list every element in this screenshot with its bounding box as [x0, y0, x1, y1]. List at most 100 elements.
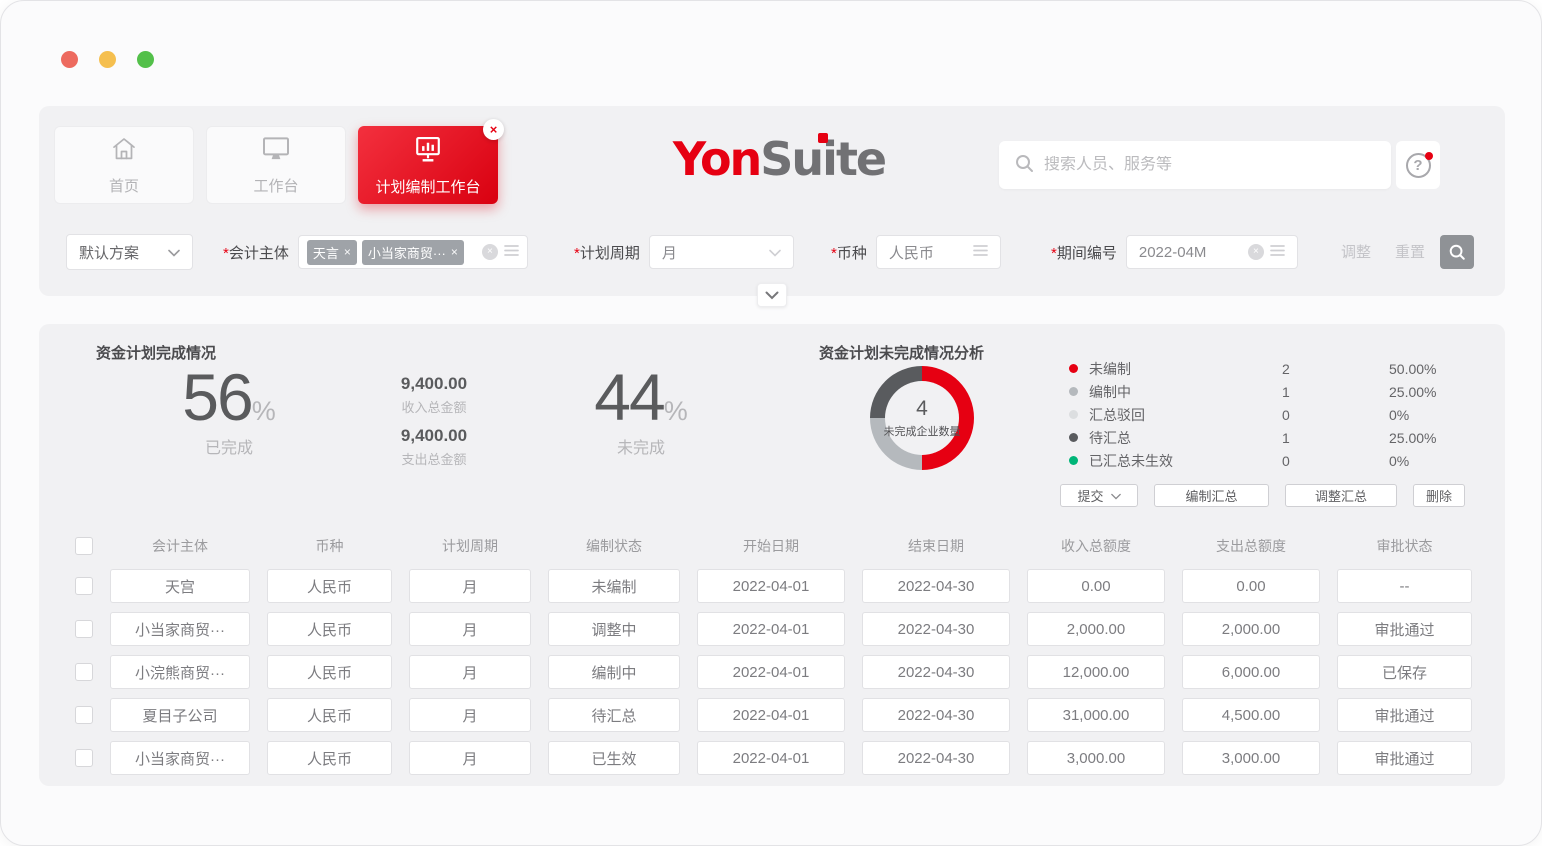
table-cell[interactable]: 2022-04-01: [697, 569, 845, 603]
table-cell[interactable]: 人民币: [267, 612, 392, 646]
scheme-select[interactable]: 默认方案: [66, 234, 193, 270]
filter-tag[interactable]: 天言×: [307, 240, 357, 265]
table-cell[interactable]: 天宫: [110, 569, 250, 603]
table-cell[interactable]: 月: [409, 698, 531, 732]
table-cell[interactable]: 未编制: [548, 569, 680, 603]
filter-search-button[interactable]: [1440, 235, 1474, 269]
table-cell[interactable]: 0.00: [1027, 569, 1165, 603]
table-cell[interactable]: 2022-04-01: [697, 655, 845, 689]
tab-plan-workbench[interactable]: 计划编制工作台 ×: [358, 126, 498, 204]
period-select[interactable]: 月: [649, 235, 794, 269]
table-row: 小当家商贸··· 人民币月已生效 2022-04-01 2022-04-30 3,000…: [75, 741, 1472, 775]
help-icon: ?: [1406, 153, 1431, 178]
table-cell[interactable]: 2022-04-30: [862, 698, 1010, 732]
donut-center-value: 4: [916, 397, 928, 421]
ref-list-icon[interactable]: [1270, 244, 1285, 261]
app-window: 首页 工作台 计划编制工作台 × YonSuite: [0, 0, 1542, 846]
currency-ref-input[interactable]: 人民币: [876, 235, 1001, 269]
row-checkbox[interactable]: [75, 749, 93, 767]
table-cell[interactable]: 已生效: [548, 741, 680, 775]
table-cell[interactable]: 2022-04-01: [697, 612, 845, 646]
table-cell[interactable]: 2022-04-30: [862, 569, 1010, 603]
currency-value: 人民币: [889, 242, 934, 263]
table-cell[interactable]: 2022-04-01: [697, 698, 845, 732]
select-all-checkbox[interactable]: [75, 537, 93, 555]
legend-label: 已汇总未生效: [1089, 451, 1282, 471]
remove-tag-icon[interactable]: ×: [344, 245, 351, 259]
delete-button[interactable]: 删除: [1413, 484, 1465, 507]
column-header: 支出总额度: [1182, 536, 1320, 556]
table-cell[interactable]: 调整中: [548, 612, 680, 646]
tab-workbench[interactable]: 工作台: [206, 126, 346, 204]
zoom-window-button[interactable]: [137, 51, 154, 68]
table-cell[interactable]: 3,000.00: [1182, 741, 1320, 775]
table-cell[interactable]: 编制中: [548, 655, 680, 689]
entity-multiselect[interactable]: 天言×小当家商贸···× ×: [298, 235, 528, 269]
table-cell[interactable]: 人民币: [267, 741, 392, 775]
reset-link[interactable]: 重置: [1395, 241, 1425, 262]
period-no-ref-input[interactable]: 2022-04M ×: [1126, 235, 1298, 269]
table-cell[interactable]: 审批通过: [1337, 741, 1472, 775]
table-cell[interactable]: 小当家商贸···: [110, 741, 250, 775]
filter-tag[interactable]: 小当家商贸···×: [362, 240, 464, 265]
table-cell[interactable]: 0.00: [1182, 569, 1320, 603]
table-cell[interactable]: 审批通过: [1337, 698, 1472, 732]
table-cell[interactable]: 2,000.00: [1027, 612, 1165, 646]
table-cell[interactable]: 3,000.00: [1027, 741, 1165, 775]
remove-tag-icon[interactable]: ×: [451, 245, 458, 259]
close-window-button[interactable]: [61, 51, 78, 68]
close-tab-icon[interactable]: ×: [483, 119, 504, 140]
clear-icon[interactable]: ×: [482, 244, 498, 260]
row-checkbox[interactable]: [75, 620, 93, 638]
table-cell[interactable]: 2,000.00: [1182, 612, 1320, 646]
table-cell[interactable]: 人民币: [267, 698, 392, 732]
table-cell[interactable]: 月: [409, 569, 531, 603]
column-header: 收入总额度: [1027, 536, 1165, 556]
row-checkbox[interactable]: [75, 577, 93, 595]
clear-icon[interactable]: ×: [1248, 244, 1264, 260]
table-cell[interactable]: 31,000.00: [1027, 698, 1165, 732]
row-checkbox[interactable]: [75, 663, 93, 681]
done-percent-block: 56% 已完成: [139, 364, 319, 458]
table-cell[interactable]: 小浣熊商贸···: [110, 655, 250, 689]
legend-percent: 0%: [1389, 453, 1479, 469]
table-cell[interactable]: 月: [409, 741, 531, 775]
logo-part-gray: Suite: [760, 132, 885, 186]
table-cell[interactable]: 小当家商贸···: [110, 612, 250, 646]
table-cell[interactable]: 2022-04-30: [862, 612, 1010, 646]
collapse-filter-button[interactable]: [757, 283, 787, 307]
table-cell[interactable]: 人民币: [267, 655, 392, 689]
table-cell[interactable]: 2022-04-30: [862, 741, 1010, 775]
table-cell[interactable]: 人民币: [267, 569, 392, 603]
notification-dot: [1425, 152, 1433, 160]
adjust-link[interactable]: 调整: [1341, 241, 1371, 262]
table-cell[interactable]: --: [1337, 569, 1472, 603]
ref-list-icon[interactable]: [973, 244, 988, 261]
table-cell[interactable]: 6,000.00: [1182, 655, 1320, 689]
row-checkbox[interactable]: [75, 706, 93, 724]
table-cell[interactable]: 2022-04-01: [697, 741, 845, 775]
currency-label: *币种: [831, 242, 867, 263]
percent-sign: %: [252, 396, 276, 426]
minimize-window-button[interactable]: [99, 51, 116, 68]
table-cell[interactable]: 夏目子公司: [110, 698, 250, 732]
scheme-value: 默认方案: [79, 242, 139, 263]
adjust-summary-button[interactable]: 调整汇总: [1285, 484, 1397, 507]
ref-list-icon[interactable]: [504, 244, 519, 261]
table-cell[interactable]: 12,000.00: [1027, 655, 1165, 689]
table-cell[interactable]: 4,500.00: [1182, 698, 1320, 732]
column-header: 审批状态: [1337, 536, 1472, 556]
compile-summary-button[interactable]: 编制汇总: [1154, 484, 1269, 507]
search-input[interactable]: [1044, 156, 1376, 174]
table-cell[interactable]: 已保存: [1337, 655, 1472, 689]
donut-center-label: 未完成企业数量: [884, 423, 961, 439]
help-button[interactable]: ?: [1396, 141, 1440, 189]
table-cell[interactable]: 待汇总: [548, 698, 680, 732]
table-cell[interactable]: 审批通过: [1337, 612, 1472, 646]
yonsuite-logo: YonSuite: [604, 132, 954, 186]
submit-button[interactable]: 提交: [1060, 484, 1138, 507]
table-cell[interactable]: 2022-04-30: [862, 655, 1010, 689]
tab-home[interactable]: 首页: [54, 126, 194, 204]
table-cell[interactable]: 月: [409, 655, 531, 689]
table-cell[interactable]: 月: [409, 612, 531, 646]
